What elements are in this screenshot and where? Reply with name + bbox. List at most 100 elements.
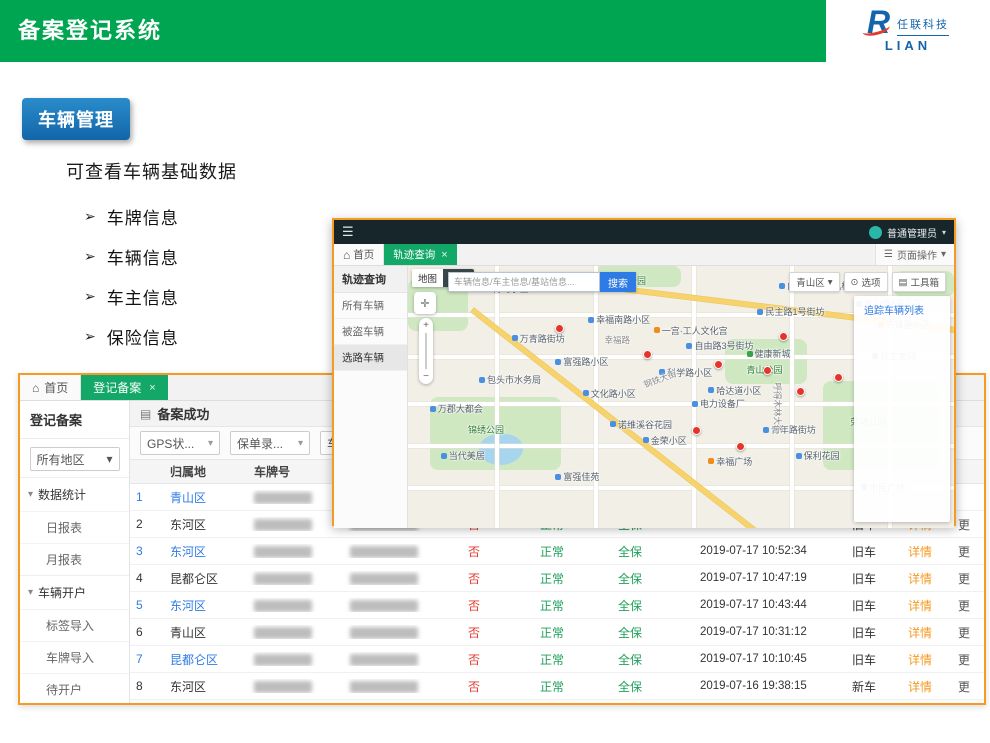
region-cell[interactable]: 青山区 [164, 489, 248, 506]
tab-track-query[interactable]: 轨迹查询 × [384, 244, 456, 265]
poi-label: 幸福广场 [716, 455, 752, 468]
insurance-cell: 全保 [612, 570, 694, 587]
col-plate: 车牌号 [248, 463, 344, 480]
map-poi: 幸福广场 [708, 455, 752, 468]
more-link[interactable]: 更 [952, 597, 984, 614]
filter-policy-entry[interactable]: 保单录... ▾ [230, 431, 310, 455]
track-list-title: 追踪车辆列表 [854, 296, 950, 317]
zoom-out-icon[interactable]: − [423, 371, 429, 382]
sidebar-item[interactable]: 日报表 [20, 511, 129, 543]
menu-icon[interactable]: ☰ [342, 224, 354, 240]
tab-registry[interactable]: 登记备案 × [81, 375, 167, 400]
zoom-slider[interactable] [425, 333, 427, 369]
redacted-plate [254, 546, 312, 558]
detail-link[interactable]: 详情 [902, 678, 952, 695]
more-link[interactable]: 更 [952, 570, 984, 587]
region-cell: 青山区 [164, 624, 248, 641]
poi-dot-icon [479, 377, 485, 383]
map-search-button[interactable]: 搜索 [600, 272, 636, 292]
map-search-input[interactable]: 车辆信息/车主信息/基站信息... [448, 272, 600, 292]
table-row[interactable]: 3东河区否正常全保2019-07-17 10:52:34旧车详情更 [130, 538, 984, 565]
toolbox-icon: ▤ [899, 277, 908, 288]
poi-dot-icon [441, 453, 447, 459]
more-link[interactable]: 更 [952, 624, 984, 641]
detail-link[interactable]: 详情 [902, 624, 952, 641]
table-row[interactable]: 4昆都仑区否正常全保2019-07-17 10:47:19旧车详情更 [130, 565, 984, 592]
chevron-down-icon: ▾ [28, 587, 33, 598]
track-sidebar-item[interactable]: 所有车辆 [334, 293, 407, 319]
more-link[interactable]: 更 [952, 651, 984, 668]
filter-gps-status[interactable]: GPS状... ▾ [140, 431, 220, 455]
track-sidebar-item[interactable]: 被盗车辆 [334, 319, 407, 345]
more-link[interactable]: 更 [952, 678, 984, 695]
tab-home[interactable]: ⌂ 首页 [334, 244, 384, 265]
age-cell: 新车 [846, 678, 902, 695]
sidebar-section-header[interactable]: ▾数据统计 [20, 477, 129, 511]
user-name: 普通管理员 [887, 225, 937, 240]
feature-label: 车主信息 [107, 284, 179, 309]
table-row[interactable]: 8东河区否正常全保2019-07-16 19:38:15新车详情更 [130, 673, 984, 700]
poi-label: 富强佳苑 [563, 470, 599, 483]
redacted-plate [254, 573, 312, 585]
map-poi: 万郡大都会 [430, 402, 483, 415]
poi-dot-icon [757, 309, 763, 315]
redacted-owner [350, 600, 418, 612]
sidebar-item[interactable]: 标签导入 [20, 609, 129, 641]
track-sidebar-item[interactable]: 选路车辆 [334, 345, 407, 371]
map-poi: 一宫·工人文化宫 [654, 324, 728, 337]
poi-dot-icon [708, 458, 714, 464]
map-poi: 当代美居 [441, 449, 485, 462]
page-ops-button[interactable]: ☰ 页面操作 ▾ [875, 244, 954, 265]
chevron-down-icon: ▾ [28, 489, 33, 500]
logo-wordmark: LIAN [885, 38, 931, 53]
map-zoom-control[interactable]: + − [419, 318, 433, 384]
registry-sidebar: 登记备案 所有地区 ▾ ▾数据统计日报表月报表▾车辆开户标签导入车牌导入待开户 [20, 401, 130, 703]
zoom-in-icon[interactable]: + [423, 320, 429, 331]
poi-dot-icon [643, 437, 649, 443]
status-cell: 正常 [534, 624, 612, 641]
detail-link[interactable]: 详情 [902, 570, 952, 587]
poi-dot-icon [610, 421, 616, 427]
sidebar-title: 登记备案 [20, 401, 129, 439]
user-menu[interactable]: 普通管理员 ▾ [869, 225, 946, 240]
more-link[interactable]: 更 [952, 516, 984, 533]
detail-link[interactable]: 详情 [902, 651, 952, 668]
stolen-cell: 否 [462, 543, 534, 560]
age-cell: 旧车 [846, 543, 902, 560]
map-canvas[interactable]: 地图 卫星 ✛ + − 车辆信息/车主信息/基站信息... 搜索 青 [408, 266, 954, 528]
detail-link[interactable]: 详情 [902, 543, 952, 560]
region-cell: 东河区 [164, 678, 248, 695]
region-cell[interactable]: 昆都仑区 [164, 651, 248, 668]
map-search-bar: 车辆信息/车主信息/基站信息... 搜索 [448, 272, 636, 292]
region-select[interactable]: 所有地区 ▾ [30, 447, 120, 471]
redacted-owner [350, 546, 418, 558]
sidebar-item[interactable]: 待开户 [20, 673, 129, 703]
table-row[interactable]: 6青山区否正常全保2019-07-17 10:31:12旧车详情更 [130, 619, 984, 646]
region-cell[interactable]: 东河区 [164, 543, 248, 560]
sidebar-item[interactable]: 月报表 [20, 543, 129, 575]
map-poi: 幸福路 [605, 334, 631, 346]
feature-label: 车辆信息 [107, 244, 179, 269]
region-cell[interactable]: 东河区 [164, 597, 248, 614]
close-icon[interactable]: × [441, 249, 447, 261]
map-layer-button[interactable]: 地图 [412, 269, 443, 287]
table-row[interactable]: 5东河区否正常全保2019-07-17 10:43:44旧车详情更 [130, 592, 984, 619]
poi-label: 电力设备厂 [700, 397, 745, 410]
poi-label: 自由路3号街坊 [694, 339, 753, 352]
more-link[interactable]: 更 [952, 543, 984, 560]
sidebar-item[interactable]: 车牌导入 [20, 641, 129, 673]
feature-label: 车牌信息 [107, 204, 179, 229]
map-toolbox-button[interactable]: ▤ 工具箱 [892, 272, 947, 292]
map-pan-control[interactable]: ✛ [414, 292, 436, 314]
map-region-select[interactable]: 青山区 ▾ [789, 272, 839, 292]
table-row[interactable]: 7昆都仑区否正常全保2019-07-17 10:10:45旧车详情更 [130, 646, 984, 673]
age-cell: 旧车 [846, 570, 902, 587]
tab-home[interactable]: ⌂ 首页 [20, 375, 81, 400]
arrow-bullet-icon: ➢ [84, 248, 97, 265]
sidebar-section-header[interactable]: ▾车辆开户 [20, 575, 129, 609]
close-icon[interactable]: × [149, 382, 155, 394]
poi-label: 民主路1号街坊 [765, 305, 824, 318]
detail-link[interactable]: 详情 [902, 597, 952, 614]
time-cell: 2019-07-17 10:52:34 [694, 545, 846, 557]
map-options-button[interactable]: ⊙ 选项 [844, 272, 888, 292]
